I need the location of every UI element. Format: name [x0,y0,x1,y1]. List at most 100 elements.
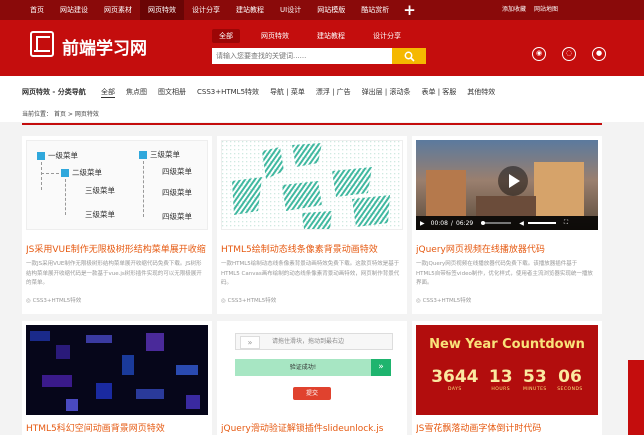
slide-unlock-thumbnail[interactable]: » 请拖住滑块，拖动到最右边 验证成功! » 提交 [221,325,403,415]
site-logo-text[interactable]: 前端学习网 [62,34,147,59]
effect-card-pixel-lines[interactable]: HTML5绘制动态线条像素背景动画特效 一款HTML5绘制动态线条像素背景动画特… [217,136,407,314]
nav-item-design[interactable]: 设计分享 [184,0,228,20]
card-tag-label: CSS3+HTML5特效 [32,298,82,304]
weibo-icon[interactable]: ◉ [532,47,546,61]
volume-icon[interactable]: ◀ [519,220,524,227]
plus-icon[interactable]: + [403,0,416,20]
card-title[interactable]: JS雪花飘落动画字体倒计时代码 [416,421,541,434]
category-item-css3[interactable]: CSS3+HTML5特效 [197,87,259,98]
card-title[interactable]: HTML5绘制动态线条像素背景动画特效 [221,242,378,255]
search-input[interactable] [212,48,392,64]
card-title[interactable]: HTML5科幻空间动画背景网页特效 [26,421,165,434]
countdown-title: New Year Countdown [429,337,585,352]
verify-success-bar: 验证成功! [235,359,371,376]
countdown-label: SECONDS [557,387,583,392]
category-item-all[interactable]: 全部 [101,87,115,98]
search-tab-tutorials[interactable]: 建站教程 [310,29,352,43]
card-title[interactable]: jQuery网页视频在线播放器代码 [416,242,545,255]
nav-item-ui[interactable]: UI设计 [272,0,309,20]
tree-branch-line [143,161,144,217]
double-chevron-right-icon[interactable]: » [240,336,260,349]
penguin-icon[interactable]: ● [592,47,606,61]
breadcrumb-text: 当前位置： 首页 > 网页特效 [22,109,99,118]
breadcrumb-home[interactable]: 首页 [54,111,66,118]
sitemap-link[interactable]: 网站地图 [534,0,558,20]
tree-branch-line [41,173,59,174]
scifi-space-thumbnail[interactable] [26,325,208,415]
effect-card-video-player[interactable]: ▶ 00:08 / 06:29 ◀ ⛶ jQuery网页视频在线播放器代码 一款… [412,136,602,314]
play-icon[interactable] [498,166,528,196]
video-progress-bar[interactable] [481,221,512,225]
nav-item-materials[interactable]: 网页素材 [96,0,140,20]
video-controls: ▶ 00:08 / 06:29 ◀ ⛶ [416,216,598,230]
top-nav-bar: 首页 网站建设 网页素材 网页特效 设计分享 建站教程 UI设计 网站模版 酷站… [0,0,644,20]
pixel-lines-graphic [222,141,402,229]
tree-menu-thumbnail[interactable]: 一级菜单 二级菜单 三级菜单 三级菜单 三级菜单 四级菜单 四级菜单 四级菜单 [26,140,208,230]
breadcrumb: 当前位置： 首页 > 网页特效 [0,108,644,122]
nav-item-site-building[interactable]: 网站建设 [52,0,96,20]
tree-node-level4: 四级菜单 [162,212,192,221]
volume-slider[interactable] [527,222,556,224]
video-scenery [426,170,466,216]
site-header: 前端学习网 全部 网页特效 建站教程 设计分享 ◉ ◌ ● [0,20,644,76]
collapse-icon [139,151,147,159]
search-tab-effects[interactable]: 网页特效 [254,29,296,43]
slide-verify-track[interactable]: » 请拖住滑块，拖动到最右边 [235,333,393,350]
play-control-icon[interactable]: ▶ [420,220,425,227]
side-float-bar[interactable] [628,360,644,435]
scifi-pixel-graphic [30,331,200,411]
card-tag[interactable]: ◎ CSS3+HTML5特效 [416,296,471,304]
category-item-gallery[interactable]: 图文相册 [158,87,186,98]
tree-node-level4: 四级菜单 [162,188,192,197]
category-item-other[interactable]: 其他特效 [467,87,495,98]
category-item-popup[interactable]: 弹出层 | 滚动条 [362,87,411,98]
check-icon[interactable]: » [371,359,391,376]
category-item-form[interactable]: 表单 | 客服 [421,87,456,98]
tree-node-level3: 三级菜单 [85,210,115,219]
submit-button[interactable]: 提交 [293,387,331,400]
countdown-thumbnail[interactable]: New Year Countdown 3644 DAYS 13 HOURS 53 MI… [416,325,598,415]
nav-item-effects[interactable]: 网页特效 [140,0,184,20]
pixel-lines-thumbnail[interactable] [221,140,403,230]
video-player-thumbnail[interactable]: ▶ 00:08 / 06:29 ◀ ⛶ [416,140,598,230]
divider-line [22,123,602,125]
countdown-days: 3644 DAYS [431,367,478,392]
card-description: 一款HTML5绘制动态线条像素背景动画特效免费下载。这款页特效是基于HTML5 … [221,261,400,286]
slide-placeholder: 请拖住滑块，拖动到最右边 [272,338,345,345]
search-button[interactable] [392,48,426,64]
effect-card-slide-unlock[interactable]: » 请拖住滑块，拖动到最右边 验证成功! » 提交 jQuery滑动验证解锁插件… [217,321,407,435]
tree-node-level2: 二级菜单 [72,168,102,177]
category-item-float[interactable]: 漂浮 | 广告 [316,87,351,98]
category-item-slider[interactable]: 焦点图 [126,87,147,98]
category-item-nav[interactable]: 导航 | 菜单 [270,87,305,98]
nav-item-templates[interactable]: 网站模版 [309,0,353,20]
effect-card-countdown[interactable]: New Year Countdown 3644 DAYS 13 HOURS 53 MI… [412,321,602,435]
card-title[interactable]: jQuery滑动验证解锁插件slideunlock.js [221,421,383,434]
video-scenery [476,196,536,216]
add-favorite-link[interactable]: 添加收藏 [502,0,526,20]
breadcrumb-current[interactable]: 网页特效 [75,111,99,118]
card-tag[interactable]: ◎ CSS3+HTML5特效 [26,296,81,304]
tree-node-level4: 四级菜单 [162,167,192,176]
nav-item-tutorials[interactable]: 建站教程 [228,0,272,20]
countdown-number: 3644 [431,367,479,387]
social-icons: ◉ ◌ ● [516,47,606,61]
effect-card-tree-menu[interactable]: 一级菜单 二级菜单 三级菜单 三级菜单 三级菜单 四级菜单 四级菜单 四级菜单 … [22,136,212,314]
qq-icon[interactable]: ◌ [562,47,576,61]
countdown-seconds: 06 SECONDS [557,367,583,392]
card-tag[interactable]: ◎ CSS3+HTML5特效 [221,296,276,304]
effect-card-scifi-space[interactable]: HTML5科幻空间动画背景网页特效 [22,321,212,435]
category-nav: 网页特效 - 分类导航 全部 焦点图 图文相册 CSS3+HTML5特效 导航 … [0,76,644,108]
nav-item-showcase[interactable]: 酷站赏析 [353,0,397,20]
category-list: 全部 焦点图 图文相册 CSS3+HTML5特效 导航 | 菜单 漂浮 | 广告… [101,87,506,98]
nav-item-home[interactable]: 首页 [22,0,52,20]
breadcrumb-label: 当前位置： [22,111,53,118]
fullscreen-icon[interactable]: ⛶ [564,219,568,227]
book-logo-icon[interactable] [30,31,54,57]
countdown-number: 06 [558,367,582,387]
search-icon [404,51,415,62]
search-tab-all[interactable]: 全部 [212,29,240,43]
card-title[interactable]: JS采用VUE制作无限极树形结构菜单展开收缩 [26,242,206,255]
search-tab-design[interactable]: 设计分享 [366,29,408,43]
card-tag-label: CSS3+HTML5特效 [227,298,277,304]
